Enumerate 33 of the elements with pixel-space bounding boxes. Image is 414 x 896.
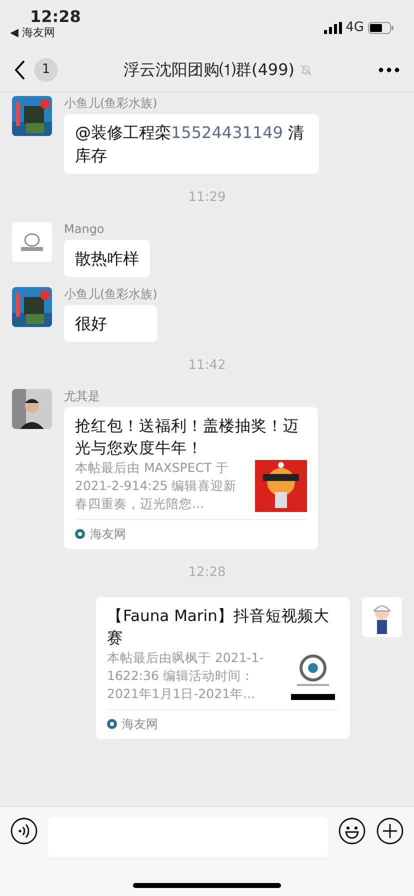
link-card[interactable]: 抢红包！送福利！盖楼抽奖！迈光与您欢度牛年！ 本帖最后由 MAXSPECT 于 2021-2-914:25 编辑喜迎新春四重奏，迈光陪您... 海友网 [64,407,318,549]
sender-name: Mango [64,222,106,236]
message-bubble: 散热咋样 [64,240,150,276]
source-icon [75,529,85,539]
back-to-app-link[interactable]: ◀ 海友网 [10,26,81,40]
message-bubble: 很好 [64,304,158,342]
voice-icon[interactable] [10,817,38,845]
unread-badge: 1 [34,58,58,82]
clock-text: 12:28 [29,8,81,26]
timestamp: 12:28 [187,564,227,582]
source-label: 海友网 [90,526,126,543]
timestamp: 11:42 [187,356,227,374]
card-title: 抢红包！送福利！盖楼抽奖！迈光与您欢度牛年！ [75,416,300,459]
sender-name: 尤其是 [64,389,101,404]
card-title: 【Fauna Marin】抖音短视频大赛 [107,606,330,648]
battery-icon [368,22,394,34]
card-description: 本帖最后由飒枫于 2021-1-1622:36 编辑活动时间：2021年1月1日-2021年... [107,648,265,702]
link-card[interactable]: 【Fauna Marin】抖音短视频大赛 本帖最后由飒枫于 2021-1-1622:36 编辑活动时间：2021年1月1日-2021年... 海友网 [96,596,350,738]
timestamp: 11:29 [187,189,227,207]
phone-link[interactable]: 15524431149 [171,123,283,142]
more-icon[interactable] [378,66,400,72]
source-label: 海友网 [122,716,158,732]
message-bubble: @装修工程栾15524431149 清库存 [64,114,319,174]
chat-title: 浮云沈阳团购⑴群(499) [123,58,295,80]
sender-name: 小鱼儿(鱼彩水族) [64,286,158,302]
card-description: 本帖最后由 MAXSPECT 于 2021-2-914:25 编辑喜迎新春四重奏，迈光陪您... [75,459,238,513]
emoji-icon[interactable] [338,817,366,845]
source-icon [107,718,117,728]
signal-icon [324,22,342,34]
add-icon[interactable] [376,817,404,845]
network-label: 4G [346,19,364,38]
sender-name: 小鱼儿(鱼彩水族) [64,96,158,111]
back-icon[interactable] [14,60,26,80]
